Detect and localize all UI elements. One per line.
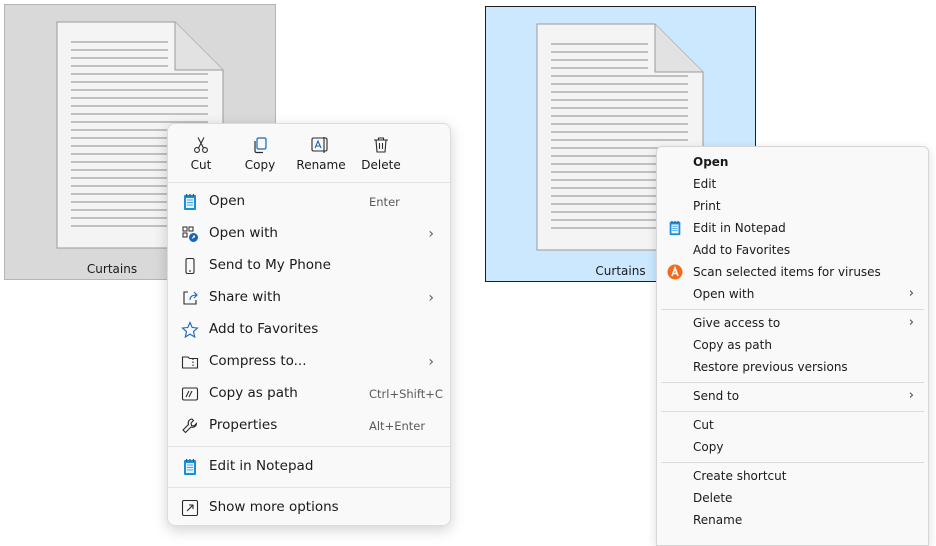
menu-separator: [661, 462, 924, 463]
antivirus-icon: [667, 264, 683, 280]
classic-item-create-shortcut[interactable]: Create shortcut: [657, 465, 928, 487]
classic-item-edit[interactable]: Edit: [657, 173, 928, 195]
chevron-right-icon: ›: [428, 226, 434, 242]
wrench-icon: [181, 417, 199, 435]
notepad-icon: [181, 193, 199, 211]
classic-item-delete[interactable]: Delete: [657, 487, 928, 509]
phone-icon: [181, 257, 199, 275]
menu-separator: [661, 382, 924, 383]
menu-item-send-to-phone[interactable]: Send to My Phone: [168, 251, 450, 281]
show-more-icon: [181, 499, 199, 517]
copy-icon: [232, 134, 288, 156]
menu-separator: [168, 446, 450, 447]
notepad-icon: [667, 220, 683, 236]
cut-button[interactable]: Cut: [173, 134, 229, 178]
classic-item-copy[interactable]: Copy: [657, 436, 928, 458]
classic-item-restore-versions[interactable]: Restore previous versions: [657, 356, 928, 378]
menu-item-open-with[interactable]: Open with ›: [168, 219, 450, 249]
quick-actions-bar: Cut Copy Rename Delete: [168, 124, 450, 182]
menu-item-add-to-favorites[interactable]: Add to Favorites: [168, 315, 450, 345]
classic-item-edit-in-notepad[interactable]: Edit in Notepad: [657, 217, 928, 239]
menu-item-edit-in-notepad[interactable]: Edit in Notepad: [168, 452, 450, 482]
folder-zip-icon: [181, 353, 199, 371]
classic-context-menu: Open Edit Print Edit in Notepad Add to F…: [656, 146, 929, 546]
chevron-right-icon: ›: [428, 354, 434, 370]
scissors-icon: [173, 134, 229, 156]
classic-item-scan-viruses[interactable]: Scan selected items for viruses: [657, 261, 928, 283]
menu-separator: [168, 182, 450, 183]
menu-separator: [168, 487, 450, 488]
chevron-right-icon: ›: [428, 290, 434, 306]
menu-separator: [661, 411, 924, 412]
delete-button[interactable]: Delete: [353, 134, 409, 178]
menu-item-show-more-options[interactable]: Show more options: [168, 493, 450, 523]
star-icon: [181, 321, 199, 339]
classic-item-add-to-favorites[interactable]: Add to Favorites: [657, 239, 928, 261]
menu-item-share-with[interactable]: Share with ›: [168, 283, 450, 313]
menu-item-open[interactable]: Open Enter: [168, 187, 450, 217]
copy-button[interactable]: Copy: [232, 134, 288, 178]
classic-item-cut[interactable]: Cut: [657, 414, 928, 436]
chevron-right-icon: ›: [908, 315, 914, 330]
menu-separator: [661, 309, 924, 310]
classic-item-open[interactable]: Open: [657, 151, 928, 173]
menu-item-properties[interactable]: Properties Alt+Enter: [168, 411, 450, 441]
classic-item-give-access[interactable]: Give access to ›: [657, 312, 928, 334]
modern-context-menu: Cut Copy Rename Delete Open Enter Open w…: [167, 123, 451, 526]
trash-icon: [353, 134, 409, 156]
menu-item-compress[interactable]: Compress to... ›: [168, 347, 450, 377]
chevron-right-icon: ›: [908, 388, 914, 403]
classic-item-open-with[interactable]: Open with ›: [657, 283, 928, 305]
share-icon: [181, 289, 199, 307]
classic-item-send-to[interactable]: Send to ›: [657, 385, 928, 407]
classic-item-copy-as-path[interactable]: Copy as path: [657, 334, 928, 356]
classic-item-rename[interactable]: Rename: [657, 509, 928, 531]
rename-button[interactable]: Rename: [293, 134, 349, 178]
copy-path-icon: [181, 385, 199, 403]
rename-icon: [293, 134, 349, 156]
chevron-right-icon: ›: [908, 286, 914, 301]
notepad-icon: [181, 458, 199, 476]
menu-item-copy-as-path[interactable]: Copy as path Ctrl+Shift+C: [168, 379, 450, 409]
open-with-icon: [181, 225, 199, 243]
classic-item-print[interactable]: Print: [657, 195, 928, 217]
